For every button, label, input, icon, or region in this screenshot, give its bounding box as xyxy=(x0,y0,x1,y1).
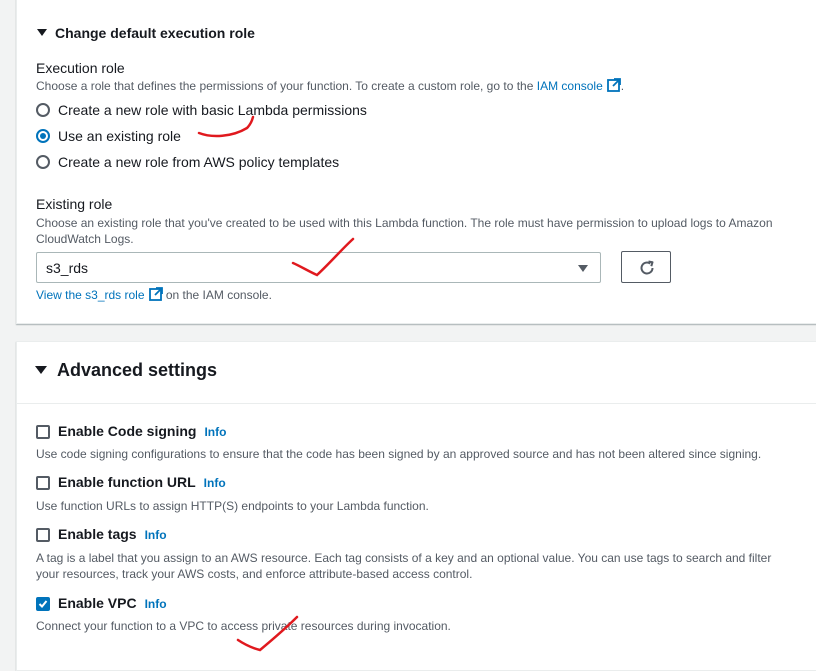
refresh-icon xyxy=(640,260,654,275)
caret-down-icon xyxy=(37,29,47,36)
function-url-checkbox[interactable] xyxy=(36,476,50,490)
code-signing-info-link[interactable]: Info xyxy=(204,425,226,439)
view-role-line: View the s3_rds role on the IAM console. xyxy=(36,287,272,302)
tags-info-link[interactable]: Info xyxy=(145,528,167,542)
checkmark-icon xyxy=(38,600,48,608)
existing-role-description: Choose an existing role that you've crea… xyxy=(36,216,773,246)
vpc-checkbox[interactable] xyxy=(36,597,50,611)
tags-checkbox[interactable] xyxy=(36,528,50,542)
vpc-label: Enable VPC xyxy=(58,595,137,611)
existing-role-select[interactable]: s3_rds xyxy=(36,252,601,283)
refresh-roles-button[interactable] xyxy=(621,251,671,283)
view-role-link[interactable]: View the s3_rds role xyxy=(36,288,145,302)
radio-use-existing-role[interactable] xyxy=(36,129,50,143)
execution-role-description: Choose a role that defines the permissio… xyxy=(36,78,625,93)
radio-policy-templates-role[interactable] xyxy=(36,155,50,169)
role-option-label: Create a new role with basic Lambda perm… xyxy=(58,102,367,118)
function-url-description: Use function URLs to assign HTTP(S) endp… xyxy=(36,499,429,513)
iam-console-link[interactable]: IAM console xyxy=(537,79,603,93)
external-link-icon[interactable] xyxy=(148,287,163,301)
execution-role-expander-label: Change default execution role xyxy=(55,25,255,41)
function-url-label: Enable function URL xyxy=(58,474,196,490)
code-signing-label: Enable Code signing xyxy=(58,423,197,439)
chevron-down-icon xyxy=(578,265,588,272)
external-link-icon[interactable] xyxy=(606,78,621,92)
advanced-settings-title: Advanced settings xyxy=(57,360,218,380)
code-signing-description: Use code signing configurations to ensur… xyxy=(36,447,762,461)
role-option-label: Use an existing role xyxy=(58,128,181,144)
vpc-description: Connect your function to a VPC to access… xyxy=(36,619,451,633)
code-signing-checkbox[interactable] xyxy=(36,425,50,439)
tags-description-line1: A tag is a label that you assign to an A… xyxy=(36,551,772,565)
function-url-info-link[interactable]: Info xyxy=(204,476,226,490)
advanced-settings-divider xyxy=(17,403,816,404)
caret-down-icon xyxy=(35,366,47,374)
execution-role-label: Execution role xyxy=(36,60,125,76)
existing-role-select-value: s3_rds xyxy=(46,260,89,276)
vpc-info-link[interactable]: Info xyxy=(145,597,167,611)
radio-create-basic-role[interactable] xyxy=(36,103,50,117)
existing-role-label: Existing role xyxy=(36,196,113,212)
role-option-label: Create a new role from AWS policy templa… xyxy=(58,154,340,170)
tags-description-line2: your resources, track your AWS costs, an… xyxy=(36,567,473,581)
tags-label: Enable tags xyxy=(58,526,137,542)
